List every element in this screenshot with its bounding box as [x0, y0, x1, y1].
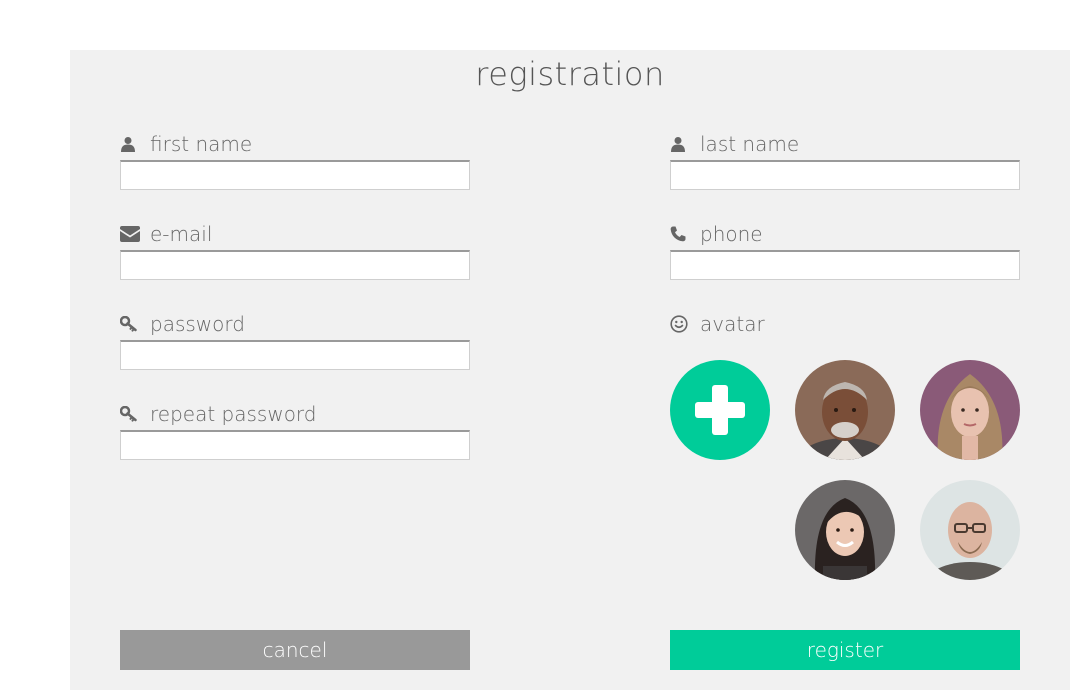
password-input[interactable] [120, 340, 470, 370]
avatar-label: avatar [700, 312, 765, 336]
phone-icon [670, 224, 690, 244]
repeat-password-label: repeat password [150, 402, 317, 426]
repeat-password-input[interactable] [120, 430, 470, 460]
last-name-input[interactable] [670, 160, 1020, 190]
cancel-button[interactable]: cancel [120, 630, 470, 670]
password-label-row: password [120, 310, 470, 338]
phone-label-row: phone [670, 220, 1020, 248]
last-name-field: last name [670, 130, 1020, 190]
register-button[interactable]: register [670, 630, 1020, 670]
avatar-label-row: avatar [670, 310, 1020, 338]
avatar-option-young-woman[interactable] [920, 360, 1020, 460]
email-label-row: e-mail [120, 220, 470, 248]
first-name-label: first name [150, 132, 253, 156]
key-icon [120, 314, 140, 334]
phone-input[interactable] [670, 250, 1020, 280]
phone-label: phone [700, 222, 763, 246]
avatar-field: avatar [670, 310, 1020, 338]
smiley-icon [670, 314, 690, 334]
user-icon [120, 134, 140, 154]
plus-icon [695, 385, 745, 435]
phone-field: phone [670, 220, 1020, 280]
password-label: password [150, 312, 245, 336]
last-name-label: last name [700, 132, 800, 156]
user-icon [670, 134, 690, 154]
last-name-label-row: last name [670, 130, 1020, 158]
password-field: password [120, 310, 470, 370]
email-label: e-mail [150, 222, 213, 246]
avatar-option-bald-man-glasses[interactable] [920, 480, 1020, 580]
repeat-password-label-row: repeat password [120, 400, 470, 428]
first-name-label-row: first name [120, 130, 470, 158]
key-icon [120, 404, 140, 424]
repeat-password-field: repeat password [120, 400, 470, 460]
add-avatar-button[interactable] [670, 360, 770, 460]
page-title: registration [475, 55, 665, 93]
envelope-icon [120, 224, 140, 244]
avatar-option-older-man[interactable] [795, 360, 895, 460]
first-name-field: first name [120, 130, 470, 190]
email-field: e-mail [120, 220, 470, 280]
email-input[interactable] [120, 250, 470, 280]
first-name-input[interactable] [120, 160, 470, 190]
avatar-option-smiling-woman[interactable] [795, 480, 895, 580]
